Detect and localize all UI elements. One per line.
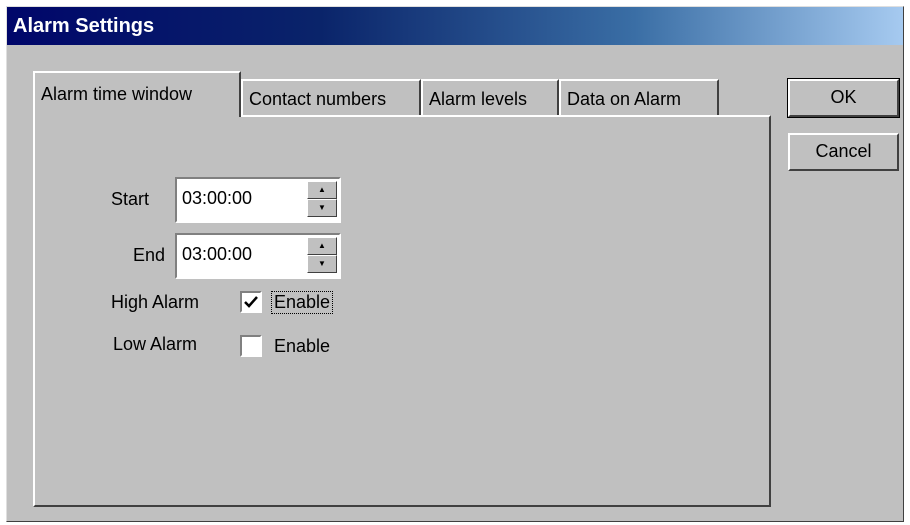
- start-time-spinner: ▲ ▼: [307, 181, 337, 217]
- tab-alarm-time-window[interactable]: Alarm time window: [33, 71, 241, 117]
- check-mark-icon: [244, 296, 258, 308]
- high-alarm-enable-label[interactable]: Enable: [270, 291, 334, 314]
- low-alarm-enable-checkbox[interactable]: [240, 335, 262, 357]
- spin-up-icon[interactable]: ▲: [307, 181, 337, 199]
- window-title: Alarm Settings: [13, 15, 155, 37]
- cancel-button[interactable]: Cancel: [788, 133, 899, 171]
- end-label: End: [133, 245, 166, 265]
- tab-label: Data on Alarm: [567, 89, 682, 109]
- start-label: Start: [111, 189, 150, 209]
- spin-up-icon[interactable]: ▲: [307, 237, 337, 255]
- tab-data-on-alarm[interactable]: Data on Alarm: [559, 79, 719, 115]
- title-bar[interactable]: Alarm Settings: [7, 7, 903, 45]
- alarm-settings-dialog: Alarm Settings Alarm time window Contact…: [6, 6, 904, 522]
- spin-down-icon[interactable]: ▼: [307, 255, 337, 273]
- high-alarm-label: High Alarm: [111, 292, 200, 312]
- spin-down-icon[interactable]: ▼: [307, 199, 337, 217]
- tab-contact-numbers[interactable]: Contact numbers: [241, 79, 421, 115]
- end-time-field[interactable]: 03:00:00 ▲ ▼: [175, 233, 341, 279]
- tab-label: Contact numbers: [249, 89, 387, 109]
- start-time-value: 03:00:00: [182, 188, 253, 208]
- tab-alarm-levels[interactable]: Alarm levels: [421, 79, 559, 115]
- high-alarm-enable-checkbox[interactable]: [240, 291, 262, 313]
- start-time-field[interactable]: 03:00:00 ▲ ▼: [175, 177, 341, 223]
- ok-button[interactable]: OK: [787, 78, 900, 118]
- low-alarm-label: Low Alarm: [113, 334, 198, 354]
- tab-label: Alarm time window: [41, 84, 193, 104]
- low-alarm-enable-label[interactable]: Enable: [272, 336, 332, 357]
- tab-label: Alarm levels: [429, 89, 528, 109]
- end-time-spinner: ▲ ▼: [307, 237, 337, 273]
- end-time-value: 03:00:00: [182, 244, 253, 264]
